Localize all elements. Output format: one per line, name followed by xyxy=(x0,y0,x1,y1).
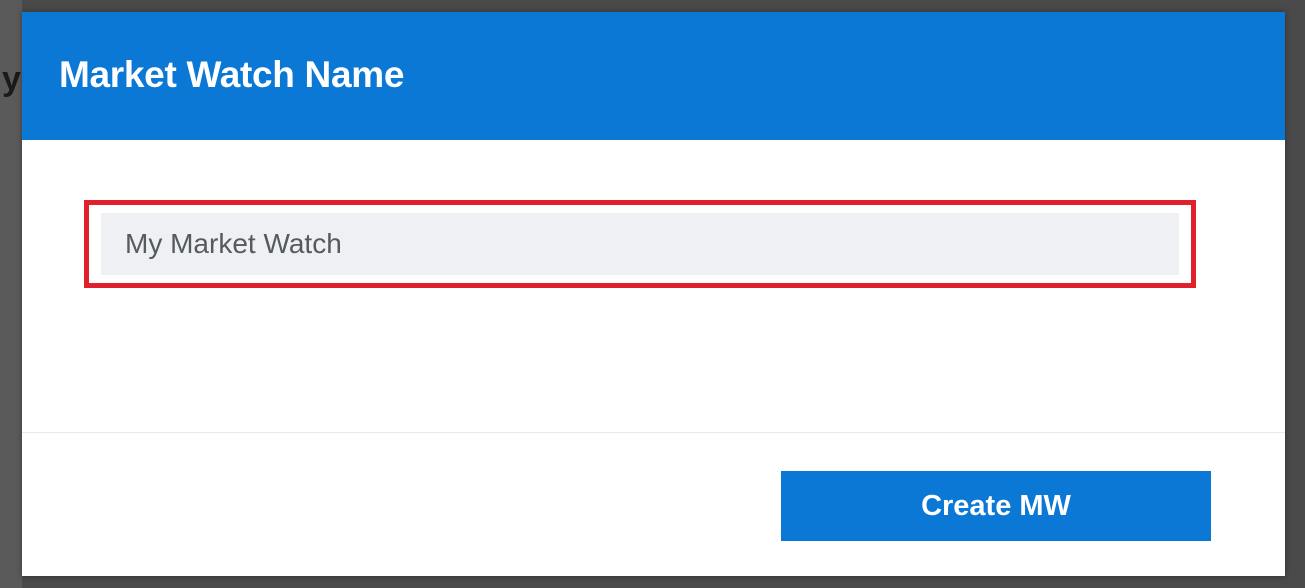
market-watch-name-dialog: Market Watch Name Create MW xyxy=(22,12,1285,576)
name-field-highlight-box xyxy=(84,200,1196,288)
background-text-fragment: y xyxy=(2,60,21,98)
create-mw-button[interactable]: Create MW xyxy=(781,471,1211,541)
market-watch-name-input[interactable] xyxy=(101,213,1179,275)
dialog-header: Market Watch Name xyxy=(22,12,1285,140)
dialog-divider xyxy=(22,432,1285,433)
background-page-edge: y xyxy=(0,0,22,588)
dialog-title: Market Watch Name xyxy=(59,54,405,95)
